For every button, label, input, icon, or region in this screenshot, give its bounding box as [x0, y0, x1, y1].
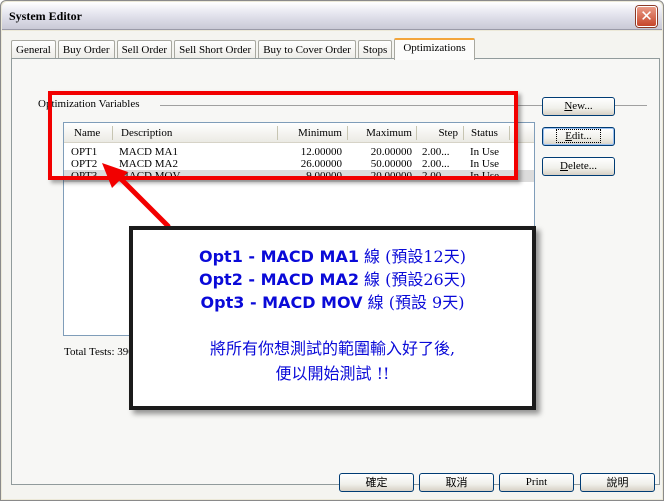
callout-note-line: 便以開始測試 !! — [275, 364, 390, 383]
tab-buy-order[interactable]: Buy Order — [57, 40, 115, 59]
tab-buy-to-cover-order[interactable]: Buy to Cover Order — [258, 40, 356, 59]
tab-optimizations[interactable]: Optimizations — [394, 38, 475, 60]
focus-ring: Edit... — [556, 129, 601, 143]
callout-bold-text: Opt2 - MACD MA2 — [199, 270, 359, 289]
callout-note-line: 將所有你想測試的範圍輸入好了後, — [209, 339, 456, 358]
button-label: ew... — [572, 100, 593, 112]
button-label: dit... — [571, 130, 592, 142]
tab-sell-short-order[interactable]: Sell Short Order — [174, 40, 257, 59]
callout-lines: Opt1 - MACD MA1 線 (預設12天) Opt2 - MACD MA… — [133, 245, 532, 314]
title-bar[interactable]: System Editor ✕ — [2, 2, 662, 30]
total-tests-label: Total Tests: 390 — [64, 346, 134, 358]
annotation-highlight-box — [48, 91, 518, 180]
callout-line-opt3: Opt3 - MACD MOV 線 (預設 9天) — [133, 291, 532, 314]
window-title: System Editor — [9, 9, 82, 23]
callout-cjk-text: 線 (預設26天) — [358, 270, 466, 289]
delete-button[interactable]: Delete... — [542, 157, 615, 176]
annotation-callout: Opt1 - MACD MA1 線 (預設12天) Opt2 - MACD MA… — [129, 226, 536, 410]
callout-note: 將所有你想測試的範圍輸入好了後, 便以開始測試 !! — [133, 336, 532, 386]
tab-strip: General Buy Order Sell Order Sell Short … — [11, 37, 477, 60]
help-button[interactable]: 說明 — [580, 473, 655, 492]
callout-bold-text: Opt1 - MACD MA1 — [199, 247, 359, 266]
callout-cjk-text: 線 (預設 9天) — [362, 293, 465, 312]
close-x-icon: ✕ — [640, 7, 653, 25]
tab-general[interactable]: General — [11, 40, 56, 59]
accelerator-key: D — [560, 160, 568, 172]
button-label: elete... — [567, 160, 597, 172]
tab-stops[interactable]: Stops — [357, 40, 393, 59]
cancel-button[interactable]: 取消 — [419, 473, 494, 492]
callout-bold-text: Opt3 - MACD MOV — [200, 293, 363, 312]
print-button[interactable]: Print — [499, 473, 574, 492]
callout-line-opt2: Opt2 - MACD MA2 線 (預設26天) — [133, 268, 532, 291]
accelerator-key: E — [565, 130, 572, 142]
new-button[interactable]: New... — [542, 97, 615, 116]
ok-button[interactable]: 確定 — [339, 473, 414, 492]
close-button[interactable]: ✕ — [636, 6, 657, 27]
callout-line-opt1: Opt1 - MACD MA1 線 (預設12天) — [133, 245, 532, 268]
tab-sell-order[interactable]: Sell Order — [116, 40, 173, 59]
edit-button[interactable]: Edit... — [542, 127, 615, 146]
callout-cjk-text: 線 (預設12天) — [358, 247, 466, 266]
